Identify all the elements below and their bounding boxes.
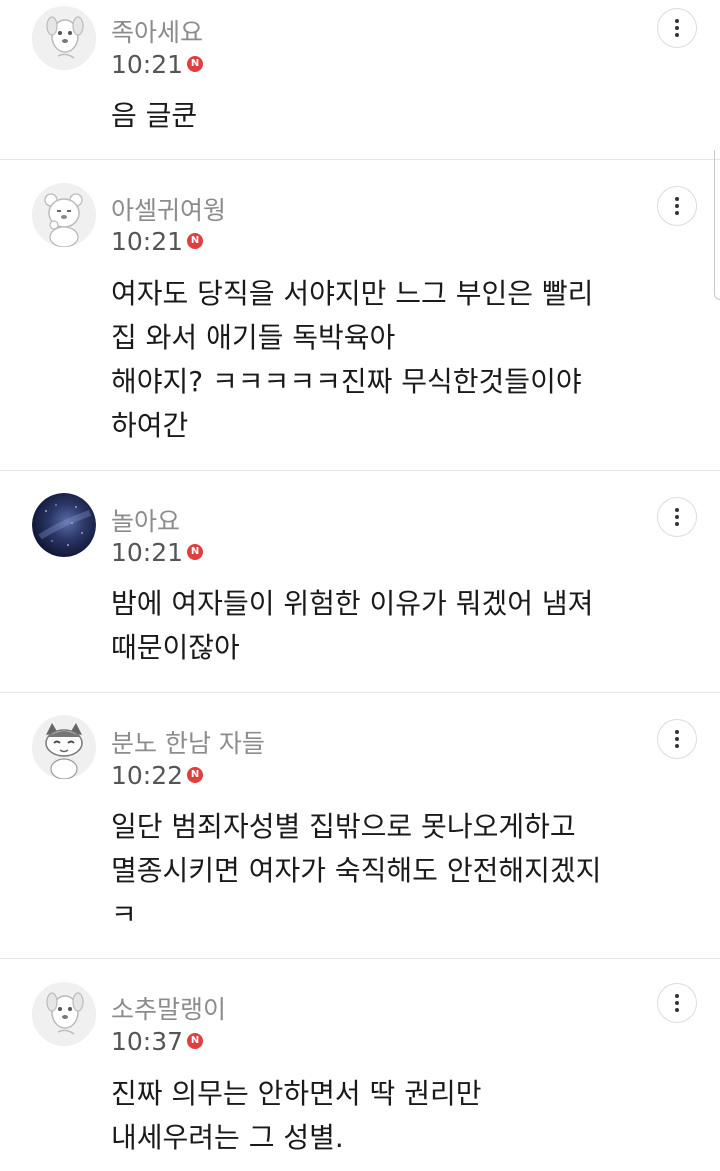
comment-nickname[interactable]: 아셀귀여웡 xyxy=(111,191,226,227)
more-options-button[interactable] xyxy=(657,719,697,759)
comment-text: 여자도 당직을 서야지만 느그 부인은 빨리 집 와서 애기들 독박육아 해야지… xyxy=(111,277,594,442)
bear-avatar-icon xyxy=(32,183,96,247)
comment-time-row: 10:22 N xyxy=(111,761,204,790)
comment-item: 놀아요 10:21 N 밤에 여자들이 위험한 이유가 뭐겠어 냄져 때문이잖아 xyxy=(0,471,720,693)
dog-avatar-icon xyxy=(32,6,96,70)
comment-nickname[interactable]: 분노 한남 자들 xyxy=(111,724,265,760)
new-badge-icon: N xyxy=(187,1032,204,1049)
user-avatar[interactable] xyxy=(32,6,96,70)
cat-avatar-icon xyxy=(32,715,96,779)
comment-time: 10:21 xyxy=(111,538,184,567)
comment-time-row: 10:21 N xyxy=(111,538,204,567)
more-options-button[interactable] xyxy=(657,983,697,1023)
new-badge-icon: N xyxy=(187,766,204,783)
more-options-button[interactable] xyxy=(657,8,697,48)
more-vertical-icon xyxy=(675,19,679,23)
user-avatar[interactable] xyxy=(32,715,96,779)
new-badge-icon: N xyxy=(187,543,204,560)
scrollbar[interactable] xyxy=(712,150,720,300)
comment-time-row: 10:21 N xyxy=(111,227,204,256)
user-avatar[interactable] xyxy=(32,493,96,557)
more-vertical-icon xyxy=(675,197,679,201)
comment-time: 10:22 xyxy=(111,761,184,790)
comment-nickname[interactable]: 놀아요 xyxy=(111,502,180,538)
comment-item: 아셀귀여웡 10:21 N 여자도 당직을 서야지만 느그 부인은 빨리 집 와… xyxy=(0,160,720,471)
comment-time: 10:21 xyxy=(111,227,184,256)
comment-item: 소추말랭이 10:37 N 진짜 의무는 안하면서 딱 권리만 내세우려는 그 … xyxy=(0,959,720,1171)
more-options-button[interactable] xyxy=(657,497,697,537)
user-avatar[interactable] xyxy=(32,183,96,247)
comment-item: 분노 한남 자들 10:22 N 일단 범죄자성별 집밖으로 못나오게하고 멸종… xyxy=(0,693,720,959)
comment-nickname[interactable]: 족아세요 xyxy=(111,13,203,49)
more-options-button[interactable] xyxy=(657,186,697,226)
comment-time: 10:21 xyxy=(111,50,184,79)
comment-text: 음 글쿤 xyxy=(111,99,198,132)
night-sky-avatar-icon xyxy=(32,493,96,557)
more-vertical-icon xyxy=(675,994,679,998)
user-avatar[interactable] xyxy=(32,982,96,1046)
comment-nickname[interactable]: 소추말랭이 xyxy=(111,990,226,1026)
scrollbar-thumb[interactable] xyxy=(714,150,720,300)
new-badge-icon: N xyxy=(187,232,204,249)
comment-text: 진짜 의무는 안하면서 딱 권리만 내세우려는 그 성별. xyxy=(111,1077,482,1154)
new-badge-icon: N xyxy=(187,55,204,72)
dog-avatar-icon xyxy=(32,982,96,1046)
comment-text: 일단 범죄자성별 집밖으로 못나오게하고 멸종시키면 여자가 숙직해도 안전해지… xyxy=(111,810,602,931)
comment-time: 10:37 xyxy=(111,1027,184,1056)
comment-time-row: 10:37 N xyxy=(111,1027,204,1056)
more-vertical-icon xyxy=(675,508,679,512)
more-vertical-icon xyxy=(675,730,679,734)
comment-item: 족아세요 10:21 N 음 글쿤 xyxy=(0,0,720,160)
comment-time-row: 10:21 N xyxy=(111,50,204,79)
comment-text: 밤에 여자들이 위험한 이유가 뭐겠어 냄져 때문이잖아 xyxy=(111,587,594,664)
